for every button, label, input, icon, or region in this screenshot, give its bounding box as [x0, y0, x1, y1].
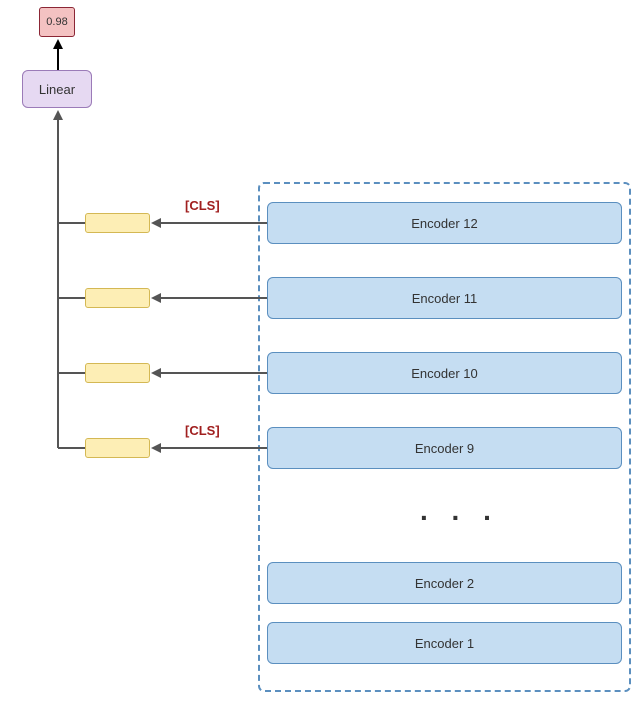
cls-vector-11: [85, 288, 150, 308]
ellipsis-dots: . . .: [420, 495, 499, 527]
arrow-head-enc10: [151, 368, 161, 378]
encoder-10-box: Encoder 10: [267, 352, 622, 394]
line-yellow12-spine: [58, 222, 85, 224]
arrow-linear-output: [57, 48, 59, 70]
arrow-head-enc11: [151, 293, 161, 303]
output-box: 0.98: [39, 7, 75, 37]
encoder-1-label: Encoder 1: [415, 636, 474, 651]
cls-vector-9: [85, 438, 150, 458]
line-yellow11-spine: [58, 297, 85, 299]
arrow-head-enc12: [151, 218, 161, 228]
encoder-9-box: Encoder 9: [267, 427, 622, 469]
cls-vector-12: [85, 213, 150, 233]
encoder-11-label: Encoder 11: [412, 291, 478, 306]
encoder-1-box: Encoder 1: [267, 622, 622, 664]
diagram-canvas: 0.98 Linear Encoder 12 [CLS] Encoder 11 …: [0, 0, 640, 705]
arrow-enc9-cls: [160, 447, 267, 449]
linear-label: Linear: [39, 82, 75, 97]
encoder-12-box: Encoder 12: [267, 202, 622, 244]
arrow-head-enc9: [151, 443, 161, 453]
encoder-9-label: Encoder 9: [415, 441, 474, 456]
vertical-spine: [57, 118, 59, 448]
encoder-10-label: Encoder 10: [411, 366, 478, 381]
line-yellow9-spine: [58, 447, 85, 449]
arrow-enc12-cls: [160, 222, 267, 224]
linear-box: Linear: [22, 70, 92, 108]
arrow-head-output: [53, 39, 63, 49]
line-yellow10-spine: [58, 372, 85, 374]
arrow-head-linear: [53, 110, 63, 120]
arrow-enc11-cls: [160, 297, 267, 299]
cls-vector-10: [85, 363, 150, 383]
cls-label-12: [CLS]: [185, 198, 220, 213]
cls-label-9: [CLS]: [185, 423, 220, 438]
encoder-2-label: Encoder 2: [415, 576, 474, 591]
encoder-11-box: Encoder 11: [267, 277, 622, 319]
encoder-2-box: Encoder 2: [267, 562, 622, 604]
arrow-enc10-cls: [160, 372, 267, 374]
encoder-12-label: Encoder 12: [411, 216, 478, 231]
output-value: 0.98: [46, 16, 67, 28]
